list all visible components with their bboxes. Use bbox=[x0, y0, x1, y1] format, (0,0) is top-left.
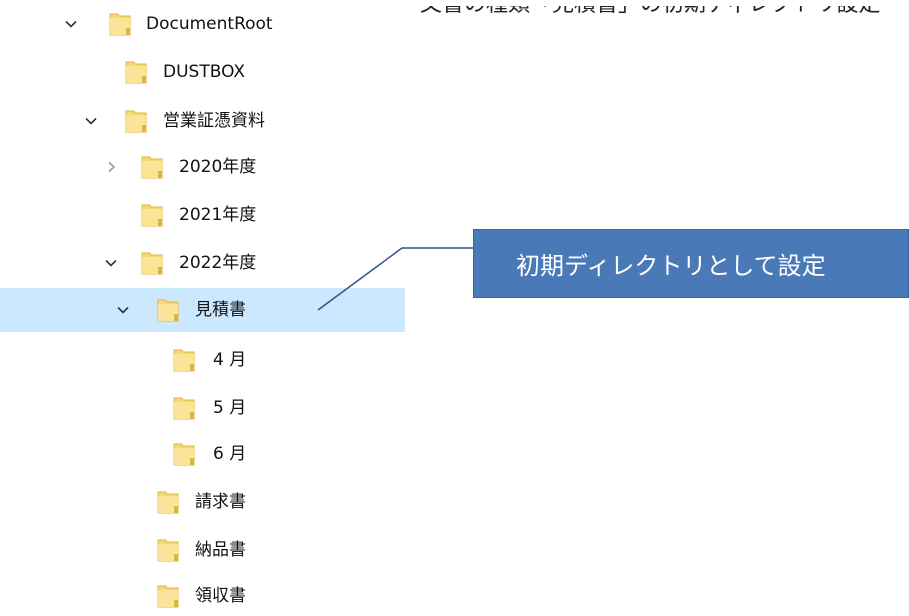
tree-item-june[interactable]: 6 月 bbox=[0, 434, 405, 474]
top-caption: 文書の種類「見積書」の初期ディレクトリ設定 bbox=[420, 0, 881, 17]
folder-icon bbox=[141, 203, 163, 227]
tree-item-dustbox[interactable]: DUSTBOX bbox=[0, 52, 405, 92]
tree-item-april[interactable]: 4 月 bbox=[0, 340, 405, 380]
callout-box: 初期ディレクトリとして設定 bbox=[473, 229, 909, 298]
callout-text: 初期ディレクトリとして設定 bbox=[516, 252, 826, 280]
folder-icon bbox=[125, 109, 147, 133]
tree-item-2020[interactable]: 2020年度 bbox=[0, 147, 405, 187]
tree-item-label: 納品書 bbox=[195, 540, 246, 560]
folder-icon bbox=[141, 251, 163, 275]
chevron-down-icon[interactable] bbox=[116, 303, 130, 317]
tree-item-invoice[interactable]: 請求書 bbox=[0, 482, 405, 522]
tree-item-label: DUSTBOX bbox=[163, 62, 246, 82]
tree-item-2022[interactable]: 2022年度 bbox=[0, 243, 405, 283]
tree-item-receipt[interactable]: 領収書 bbox=[0, 576, 405, 616]
folder-icon bbox=[157, 538, 179, 562]
tree-item-label: DocumentRoot bbox=[146, 14, 273, 34]
tree-item-label: 領収書 bbox=[195, 586, 246, 606]
tree-item-label: 2022年度 bbox=[179, 253, 257, 273]
tree-item-2021[interactable]: 2021年度 bbox=[0, 195, 405, 235]
tree-item-label: 2020年度 bbox=[179, 157, 257, 177]
folder-icon bbox=[157, 584, 179, 608]
tree-item-label: 請求書 bbox=[195, 492, 246, 512]
tree-item-quotation[interactable]: 見積書 bbox=[0, 288, 405, 332]
chevron-down-icon[interactable] bbox=[84, 114, 98, 128]
folder-icon bbox=[173, 396, 195, 420]
tree-item-label: 見積書 bbox=[195, 300, 246, 320]
folder-icon bbox=[141, 155, 163, 179]
tree-item-documentroot[interactable]: DocumentRoot bbox=[0, 4, 405, 44]
tree-item-label: 4 月 bbox=[213, 350, 247, 370]
chevron-down-icon[interactable] bbox=[104, 256, 118, 270]
folder-icon bbox=[173, 348, 195, 372]
tree-item-label: 5 月 bbox=[213, 398, 247, 418]
folder-icon bbox=[125, 60, 147, 84]
tree-item-label: 営業証憑資料 bbox=[163, 111, 265, 131]
folder-tree: DocumentRoot DUSTBOX 営業証憑資料 2020年度 2021年… bbox=[0, 0, 405, 616]
tree-item-sales-records[interactable]: 営業証憑資料 bbox=[0, 101, 405, 141]
folder-icon bbox=[109, 12, 131, 36]
tree-item-delivery-note[interactable]: 納品書 bbox=[0, 530, 405, 570]
folder-icon bbox=[157, 490, 179, 514]
tree-item-may[interactable]: 5 月 bbox=[0, 388, 405, 428]
folder-icon bbox=[157, 298, 179, 322]
chevron-right-icon[interactable] bbox=[104, 160, 118, 174]
folder-icon bbox=[173, 442, 195, 466]
tree-item-label: 2021年度 bbox=[179, 205, 257, 225]
chevron-down-icon[interactable] bbox=[64, 17, 78, 31]
tree-item-label: 6 月 bbox=[213, 444, 247, 464]
